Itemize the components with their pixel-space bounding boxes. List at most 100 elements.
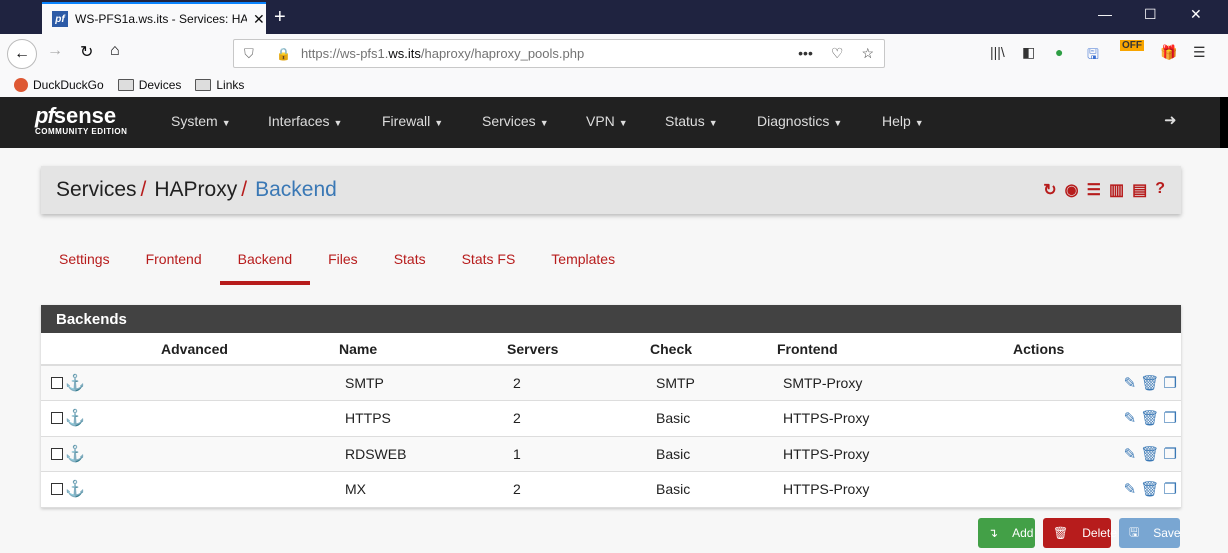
- reload-icon[interactable]: ↻: [80, 42, 93, 62]
- browser-tab[interactable]: pf WS-PFS1a.ws.its - Services: HAProxy ✕: [42, 2, 266, 34]
- col-select: [41, 333, 161, 366]
- breadcrumb-current[interactable]: Backend: [255, 178, 337, 202]
- browser-toolbar: ← → ↻ ⌂ ⛉ 🔒 https://ws-pfs1. ws.its/hapro…: [0, 34, 1228, 72]
- add-arrow-icon: ↴: [988, 526, 999, 540]
- delete-trash-icon[interactable]: 🗑: [1140, 481, 1159, 498]
- bookmark-duckduckgo[interactable]: DuckDuckGo: [14, 77, 104, 92]
- cell-check: Basic: [650, 400, 777, 437]
- cell-servers: 2: [507, 471, 650, 508]
- menu-icon[interactable]: ☰: [1193, 44, 1206, 61]
- save-page-icon[interactable]: 🖫: [1087, 44, 1099, 68]
- bookmark-links[interactable]: Links: [195, 78, 244, 92]
- edit-pencil-icon[interactable]: ✎: [1124, 375, 1137, 392]
- cell-servers: 2: [507, 400, 650, 437]
- gift-icon[interactable]: 🎁: [1160, 44, 1177, 61]
- ext-off-badge[interactable]: OFF: [1120, 40, 1144, 51]
- url-bar[interactable]: ⛉ 🔒 https://ws-pfs1. ws.its/haproxy/hapro…: [233, 39, 885, 68]
- copy-icon[interactable]: ❐: [1164, 446, 1177, 463]
- cell-name: RDSWEB: [339, 436, 507, 472]
- edit-pencil-icon[interactable]: ✎: [1124, 410, 1137, 427]
- row-checkbox[interactable]: [51, 377, 63, 389]
- delete-trash-icon[interactable]: 🗑: [1140, 446, 1159, 463]
- bookmarks-bar: DuckDuckGo Devices Links: [0, 72, 1228, 97]
- bar-chart-icon[interactable]: ▥: [1109, 180, 1124, 200]
- menu-help[interactable]: Help ▼: [882, 113, 924, 129]
- home-icon[interactable]: ⌂: [110, 42, 120, 60]
- pocket-icon[interactable]: ♡: [831, 45, 844, 62]
- copy-icon[interactable]: ❐: [1164, 481, 1177, 498]
- new-tab-button[interactable]: +: [274, 6, 286, 29]
- url-domain: ws.its: [388, 46, 421, 61]
- anchor-icon[interactable]: ⚓: [65, 410, 85, 427]
- cell-advanced: [161, 436, 339, 472]
- col-check: Check: [650, 333, 777, 366]
- tab-stats[interactable]: Stats: [376, 245, 444, 285]
- tab-settings[interactable]: Settings: [41, 245, 128, 285]
- col-servers: Servers: [507, 333, 650, 366]
- add-button[interactable]: ↴ Add: [978, 518, 1035, 548]
- table-row: ⚓ HTTPS 2 Basic HTTPS-Proxy ✎ 🗑 ❐: [41, 400, 1181, 437]
- col-actions: Actions: [1013, 333, 1181, 366]
- tab-files[interactable]: Files: [310, 245, 376, 285]
- menu-services[interactable]: Services ▼: [482, 113, 549, 129]
- log-list-icon[interactable]: ▤: [1132, 180, 1147, 200]
- stop-icon[interactable]: ◉: [1065, 180, 1079, 200]
- table-row: ⚓ RDSWEB 1 Basic HTTPS-Proxy ✎ 🗑 ❐: [41, 436, 1181, 472]
- delete-button[interactable]: 🗑 Delete: [1043, 518, 1117, 548]
- panel-title: Backends: [41, 305, 1181, 333]
- anchor-icon[interactable]: ⚓: [65, 481, 85, 498]
- row-checkbox[interactable]: [51, 447, 63, 460]
- pfsense-logo[interactable]: pfsense COMMUNITY EDITION: [35, 103, 127, 136]
- cell-advanced: [161, 400, 339, 437]
- delete-trash-icon[interactable]: 🗑: [1140, 375, 1159, 392]
- edit-pencil-icon[interactable]: ✎: [1124, 481, 1137, 498]
- restart-icon[interactable]: ↻: [1043, 180, 1056, 200]
- bookmark-devices[interactable]: Devices: [117, 78, 181, 92]
- row-checkbox[interactable]: [51, 483, 63, 496]
- menu-interfaces[interactable]: Interfaces ▼: [268, 113, 342, 129]
- shield-icon: ⛉: [244, 45, 254, 61]
- tab-stats-fs[interactable]: Stats FS: [444, 245, 534, 285]
- delete-trash-icon[interactable]: 🗑: [1140, 410, 1159, 427]
- back-button[interactable]: ←: [7, 39, 37, 69]
- menu-system[interactable]: System ▼: [171, 113, 231, 129]
- page-actions-icon[interactable]: •••: [798, 45, 813, 62]
- menu-status[interactable]: Status ▼: [665, 113, 718, 129]
- library-icon[interactable]: |||\: [990, 44, 1005, 60]
- backends-table: Advanced Name Servers Check Frontend Act…: [41, 333, 1181, 508]
- cell-servers: 2: [507, 365, 650, 401]
- cell-check: SMTP: [650, 365, 777, 401]
- cell-servers: 1: [507, 436, 650, 472]
- tab-backend[interactable]: Backend: [219, 245, 311, 285]
- cell-advanced: [161, 365, 339, 401]
- tab-templates[interactable]: Templates: [533, 245, 633, 285]
- cell-frontend: HTTPS-Proxy: [777, 400, 1013, 437]
- extension-b-icon[interactable]: ●: [1055, 44, 1063, 60]
- anchor-icon[interactable]: ⚓: [65, 375, 85, 392]
- minimize-button[interactable]: —: [1098, 6, 1112, 22]
- maximize-button[interactable]: ☐: [1144, 6, 1157, 23]
- menu-diagnostics[interactable]: Diagnostics ▼: [757, 113, 842, 129]
- copy-icon[interactable]: ❐: [1164, 410, 1177, 427]
- anchor-icon[interactable]: ⚓: [65, 446, 85, 463]
- menu-firewall[interactable]: Firewall ▼: [382, 113, 443, 129]
- save-button[interactable]: 🖫 Save: [1119, 518, 1181, 548]
- sidebar-icon[interactable]: ◧: [1022, 44, 1035, 61]
- duckduckgo-icon: [14, 77, 28, 92]
- close-tab-icon[interactable]: ✕: [253, 11, 265, 28]
- edit-pencil-icon[interactable]: ✎: [1124, 446, 1137, 463]
- row-checkbox[interactable]: [51, 412, 63, 425]
- logout-icon[interactable]: ➜: [1164, 111, 1177, 129]
- copy-icon[interactable]: ❐: [1164, 375, 1177, 392]
- bookmark-star-icon[interactable]: ☆: [861, 45, 874, 62]
- help-icon[interactable]: ?: [1155, 180, 1165, 200]
- breadcrumb-services[interactable]: Services: [56, 178, 137, 202]
- forward-button[interactable]: →: [47, 42, 63, 60]
- cell-check: Basic: [650, 436, 777, 472]
- close-window-button[interactable]: ✕: [1190, 6, 1202, 23]
- sliders-icon[interactable]: ☰: [1087, 180, 1101, 200]
- col-name: Name: [339, 333, 507, 366]
- tab-frontend[interactable]: Frontend: [128, 245, 220, 285]
- breadcrumb-haproxy[interactable]: HAProxy: [154, 178, 237, 202]
- menu-vpn[interactable]: VPN ▼: [586, 113, 628, 129]
